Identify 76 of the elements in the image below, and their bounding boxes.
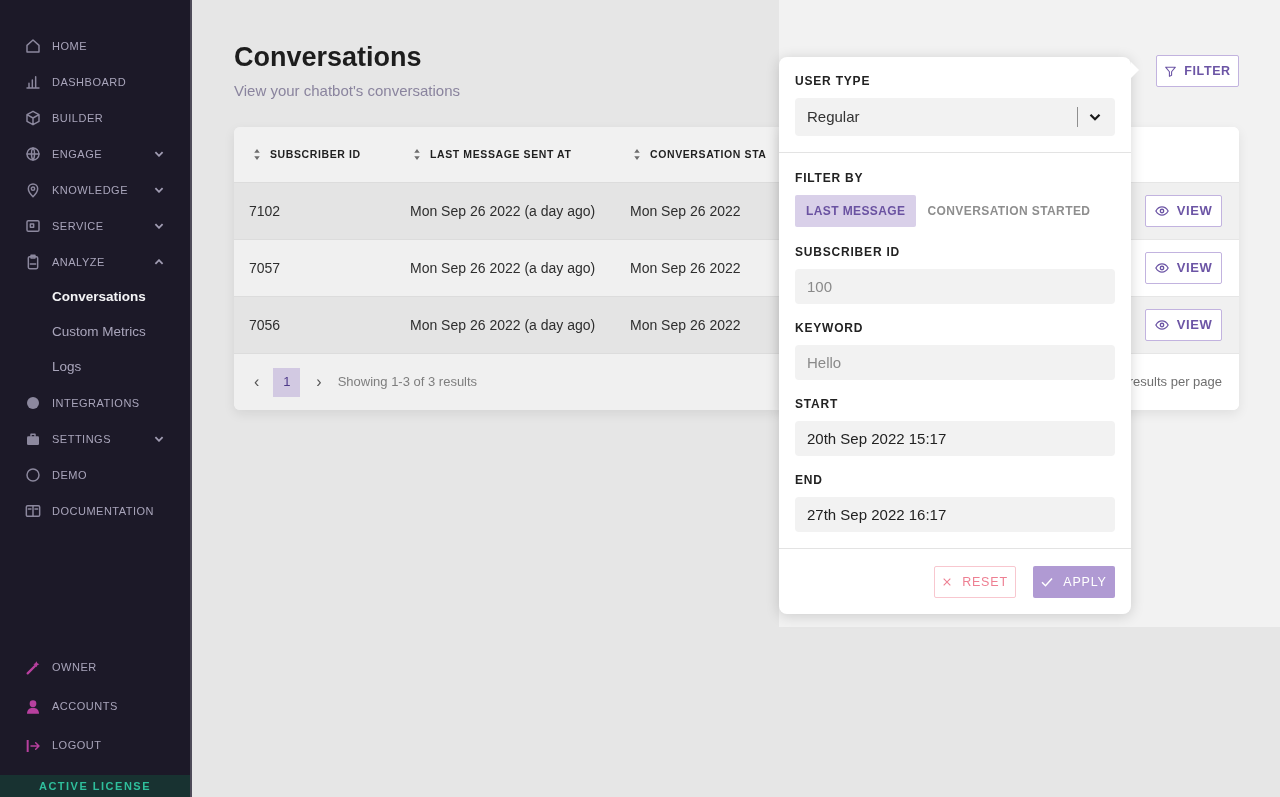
table-cell: Mon Sep 26 2022 (630, 203, 741, 219)
sort-icon[interactable] (634, 149, 640, 160)
field-label: SUBSCRIBER ID (795, 245, 901, 259)
clipboard-icon (25, 254, 41, 270)
briefcase-icon (25, 431, 41, 447)
results-summary: Showing 1-3 of 3 results (337, 373, 478, 392)
sort-icon[interactable] (414, 149, 420, 160)
subscriber-id-field[interactable]: 100 (795, 269, 1115, 304)
table-cell: Mon Sep 26 2022 (630, 260, 741, 276)
eye-icon (1154, 318, 1169, 332)
field-label: USER TYPE (795, 74, 871, 88)
eye-icon (1154, 204, 1169, 218)
sidebar-subitem[interactable]: Logs (0, 350, 190, 385)
sidebar-item[interactable]: LOGOUT (0, 726, 190, 765)
sidebar-item[interactable]: KNOWLEDGE (0, 172, 190, 208)
field-label: FILTER BY (795, 171, 864, 185)
sort-icon[interactable] (254, 149, 260, 160)
column-header[interactable]: CONVERSATION STA (650, 146, 767, 163)
sidebar-item[interactable]: ENGAGE (0, 136, 190, 172)
sidebar-item[interactable]: DEMO (0, 457, 190, 493)
exit-icon (25, 737, 41, 754)
start-date-field[interactable]: 20th Sep 2022 15:17 (795, 421, 1115, 456)
check-icon (1041, 577, 1054, 587)
person-icon (25, 698, 41, 715)
sidebar-item[interactable]: SERVICE (0, 208, 190, 244)
filter-icon (1164, 64, 1178, 78)
table-cell: 7056 (249, 317, 281, 333)
keyword-field[interactable]: Hello (795, 345, 1115, 380)
previous-page-button[interactable]: ‹ (254, 370, 260, 394)
view-button[interactable]: VIEW (1145, 252, 1222, 284)
chevron-down-icon (1089, 113, 1101, 121)
filter-option-tab[interactable]: LAST MESSAGE (795, 195, 917, 227)
field-label: END (795, 473, 823, 487)
wand-icon (25, 659, 41, 676)
table-cell: Mon Sep 26 2022 (a day ago) (410, 260, 596, 276)
sidebar-item[interactable]: ACCOUNTS (0, 687, 190, 726)
field-label: KEYWORD (795, 321, 864, 335)
user-type-select[interactable]: Regular (795, 98, 1115, 136)
cube-icon (25, 110, 41, 126)
page-button[interactable]: 1 (273, 367, 301, 397)
table-cell: Mon Sep 26 2022 (630, 317, 741, 333)
license-status-bar: ACTIVE LICENSE (0, 775, 190, 797)
table-cell: Mon Sep 26 2022 (a day ago) (410, 317, 596, 333)
home-icon (25, 38, 41, 54)
sidebar-subitem[interactable]: Custom Metrics (0, 315, 190, 350)
square-icon (25, 218, 41, 234)
page-subtitle: View your chatbot's conversations (234, 81, 461, 101)
bar-chart-icon (25, 74, 41, 90)
table-cell: 7102 (249, 203, 281, 219)
next-page-button[interactable]: › (316, 370, 322, 394)
column-header[interactable]: LAST MESSAGE SENT AT (430, 146, 572, 163)
sidebar-item[interactable]: BUILDER (0, 100, 190, 136)
filter-button[interactable]: FILTER (1156, 55, 1239, 87)
sidebar-item[interactable]: HOME (0, 28, 190, 64)
page-title: Conversations (234, 41, 422, 74)
table-cell: Mon Sep 26 2022 (a day ago) (410, 203, 596, 219)
sidebar-item[interactable]: OWNER (0, 648, 190, 687)
sidebar-item[interactable]: INTEGRATIONS (0, 385, 190, 421)
eye-icon (1154, 261, 1169, 275)
pin-icon (25, 182, 41, 198)
close-icon (942, 577, 953, 587)
globe-icon (25, 146, 41, 162)
sidebar-subitem[interactable]: Conversations (0, 280, 190, 315)
disc-icon (25, 395, 41, 411)
circle-icon (25, 467, 41, 483)
sidebar-item[interactable]: DOCUMENTATION (0, 493, 190, 529)
sidebar-item[interactable]: DASHBOARD (0, 64, 190, 100)
sidebar-item[interactable]: ANALYZE (0, 244, 190, 280)
end-date-field[interactable]: 27th Sep 2022 16:17 (795, 497, 1115, 532)
view-button[interactable]: VIEW (1145, 195, 1222, 227)
column-header[interactable]: SUBSCRIBER ID (270, 146, 361, 163)
table-cell: 7057 (249, 260, 281, 276)
sidebar-item[interactable]: SETTINGS (0, 421, 190, 457)
view-button[interactable]: VIEW (1145, 309, 1222, 341)
field-label: START (795, 397, 839, 411)
book-icon (25, 503, 41, 519)
